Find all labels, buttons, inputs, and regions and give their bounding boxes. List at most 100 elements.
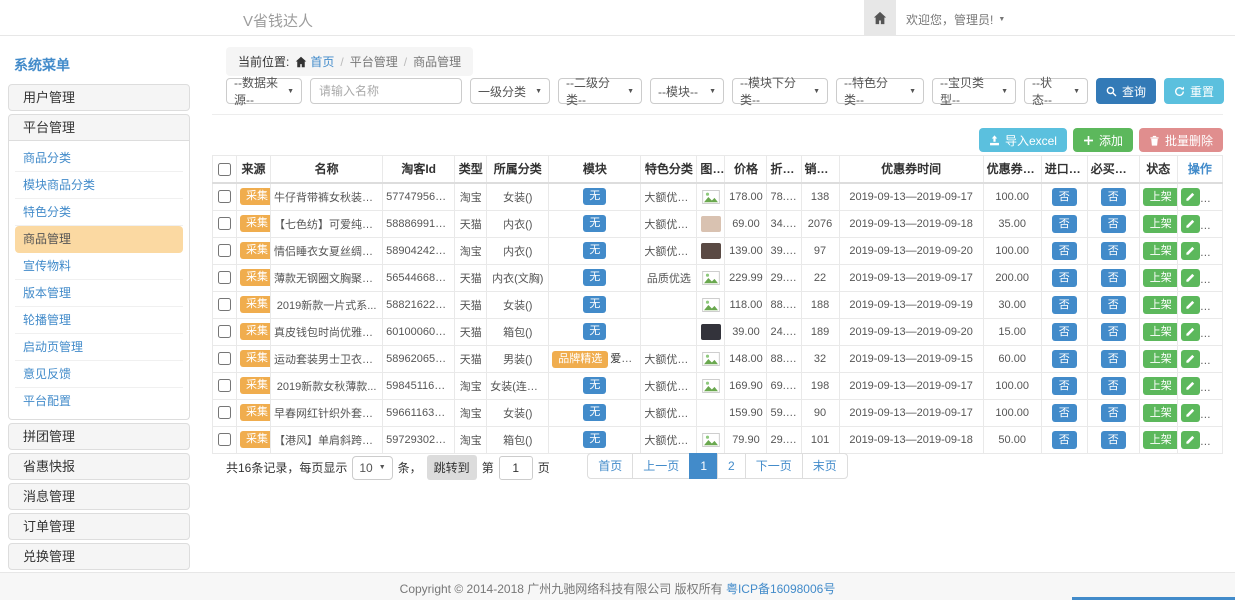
add-button[interactable]: 添加 <box>1073 128 1133 152</box>
edit-button[interactable] <box>1181 296 1200 314</box>
page-prev-button[interactable]: 上一页 <box>632 453 690 479</box>
row-checkbox[interactable] <box>218 325 231 338</box>
sidebar-item-savings-news[interactable]: 省惠快报 <box>8 453 190 480</box>
filter-data-source[interactable]: --数据来源--▼ <box>226 78 302 104</box>
filter-level2-category[interactable]: --二级分类--▼ <box>558 78 642 104</box>
filter-module-subcategory[interactable]: --模块下分类--▼ <box>732 78 828 104</box>
imported-toggle-button[interactable]: 否 <box>1052 242 1077 260</box>
breadcrumb-home-link[interactable]: 首页 <box>295 53 334 70</box>
breadcrumb-prefix: 当前位置: <box>238 53 289 70</box>
trash-icon <box>1149 135 1160 146</box>
status-button[interactable]: 上架 <box>1143 404 1178 422</box>
price: 139.00 <box>725 237 767 264</box>
sidebar-subitem-feedback[interactable]: 意见反馈 <box>15 361 183 388</box>
must-buy-toggle-button[interactable]: 否 <box>1101 431 1126 449</box>
status-button[interactable]: 上架 <box>1143 296 1178 314</box>
sidebar-item-exchange-management[interactable]: 兑换管理 <box>8 543 190 570</box>
status-button[interactable]: 上架 <box>1143 377 1178 395</box>
import-excel-button[interactable]: 导入excel <box>979 128 1067 152</box>
sidebar-item-platform-management[interactable]: 平台管理 <box>8 114 190 141</box>
imported-toggle-button[interactable]: 否 <box>1052 215 1077 233</box>
col-name: 名称 <box>271 156 383 183</box>
must-buy-toggle-button[interactable]: 否 <box>1101 377 1126 395</box>
home-button[interactable] <box>864 0 896 35</box>
filter-module[interactable]: --模块--▼ <box>650 78 724 104</box>
imported-toggle-button[interactable]: 否 <box>1052 377 1077 395</box>
page-first-button[interactable]: 首页 <box>587 453 633 479</box>
sidebar-subitem-splash-page-management[interactable]: 启动页管理 <box>15 334 183 361</box>
must-buy-toggle-button[interactable]: 否 <box>1101 242 1126 260</box>
user-menu[interactable]: 欢迎您，管理员! ▼ <box>906 11 1005 28</box>
sidebar-subitem-platform-config[interactable]: 平台配置 <box>15 388 183 415</box>
imported-toggle-button[interactable]: 否 <box>1052 404 1077 422</box>
must-buy-toggle-button[interactable]: 否 <box>1101 296 1126 314</box>
edit-button[interactable] <box>1181 323 1200 341</box>
must-buy-toggle-button[interactable]: 否 <box>1101 350 1126 368</box>
sidebar-subitem-version-management[interactable]: 版本管理 <box>15 280 183 307</box>
row-checkbox[interactable] <box>218 406 231 419</box>
row-checkbox[interactable] <box>218 244 231 257</box>
page-last-button[interactable]: 末页 <box>802 453 848 479</box>
status-button[interactable]: 上架 <box>1143 242 1178 260</box>
row-checkbox[interactable] <box>218 271 231 284</box>
sidebar-subitem-carousel-management[interactable]: 轮播管理 <box>15 307 183 334</box>
status-button[interactable]: 上架 <box>1143 431 1178 449</box>
status-button[interactable]: 上架 <box>1143 350 1178 368</box>
status-button[interactable]: 上架 <box>1143 215 1178 233</box>
must-buy-toggle-button[interactable]: 否 <box>1101 215 1126 233</box>
icp-link[interactable]: 粤ICP备16098006号 <box>726 582 835 596</box>
sidebar-subitem-promo-materials[interactable]: 宣传物料 <box>15 253 183 280</box>
product-category: 内衣(文胸) <box>487 264 549 291</box>
select-all-checkbox[interactable] <box>218 163 231 176</box>
imported-toggle-button[interactable]: 否 <box>1052 323 1077 341</box>
row-checkbox[interactable] <box>218 379 231 392</box>
imported-toggle-button[interactable]: 否 <box>1052 188 1077 206</box>
filter-level1-category[interactable]: 一级分类▼ <box>470 78 550 104</box>
must-buy-toggle-button[interactable]: 否 <box>1101 323 1126 341</box>
page-1-button[interactable]: 1 <box>689 453 718 479</box>
row-checkbox[interactable] <box>218 217 231 230</box>
edit-button[interactable] <box>1181 215 1200 233</box>
imported-toggle-button[interactable]: 否 <box>1052 350 1077 368</box>
filter-item-type[interactable]: --宝贝类型--▼ <box>932 78 1016 104</box>
sidebar-item-order-management[interactable]: 订单管理 <box>8 513 190 540</box>
imported-toggle-button[interactable]: 否 <box>1052 431 1077 449</box>
page-next-button[interactable]: 下一页 <box>745 453 803 479</box>
row-checkbox[interactable] <box>218 190 231 203</box>
must-buy-toggle-button[interactable]: 否 <box>1101 269 1126 287</box>
icon-cell <box>697 183 725 211</box>
page-2-button[interactable]: 2 <box>717 453 746 479</box>
edit-button[interactable] <box>1181 350 1200 368</box>
sidebar-item-message-management[interactable]: 消息管理 <box>8 483 190 510</box>
search-button[interactable]: 查询 <box>1096 78 1156 104</box>
status-button[interactable]: 上架 <box>1143 188 1178 206</box>
sidebar-subitem-featured-categories[interactable]: 特色分类 <box>15 199 183 226</box>
status-button[interactable]: 上架 <box>1143 269 1178 287</box>
reset-button[interactable]: 重置 <box>1164 78 1224 104</box>
edit-button[interactable] <box>1181 431 1200 449</box>
product-type: 淘宝 <box>455 237 487 264</box>
must-buy-toggle-button[interactable]: 否 <box>1101 404 1126 422</box>
filter-status[interactable]: --状态--▼ <box>1024 78 1088 104</box>
edit-icon <box>1185 192 1195 202</box>
edit-button[interactable] <box>1181 269 1200 287</box>
edit-button[interactable] <box>1181 404 1200 422</box>
row-checkbox[interactable] <box>218 298 231 311</box>
imported-toggle-button[interactable]: 否 <box>1052 296 1077 314</box>
edit-button[interactable] <box>1181 242 1200 260</box>
sidebar-subitem-product-management[interactable]: 商品管理 <box>15 226 183 253</box>
edit-button[interactable] <box>1181 188 1200 206</box>
row-checkbox[interactable] <box>218 352 231 365</box>
filter-featured-category[interactable]: --特色分类--▼ <box>836 78 924 104</box>
must-buy-toggle-button[interactable]: 否 <box>1101 188 1126 206</box>
batch-delete-button[interactable]: 批量删除 <box>1139 128 1223 152</box>
sidebar-item-user-management[interactable]: 用户管理 <box>8 84 190 111</box>
sidebar-subitem-module-product-categories[interactable]: 模块商品分类 <box>15 172 183 199</box>
imported-toggle-button[interactable]: 否 <box>1052 269 1077 287</box>
status-button[interactable]: 上架 <box>1143 323 1178 341</box>
sidebar-subitem-product-categories[interactable]: 商品分类 <box>15 145 183 172</box>
filter-name-input[interactable] <box>310 78 462 104</box>
row-checkbox[interactable] <box>218 433 231 446</box>
edit-button[interactable] <box>1181 377 1200 395</box>
sidebar-item-group-buy-management[interactable]: 拼团管理 <box>8 423 190 450</box>
